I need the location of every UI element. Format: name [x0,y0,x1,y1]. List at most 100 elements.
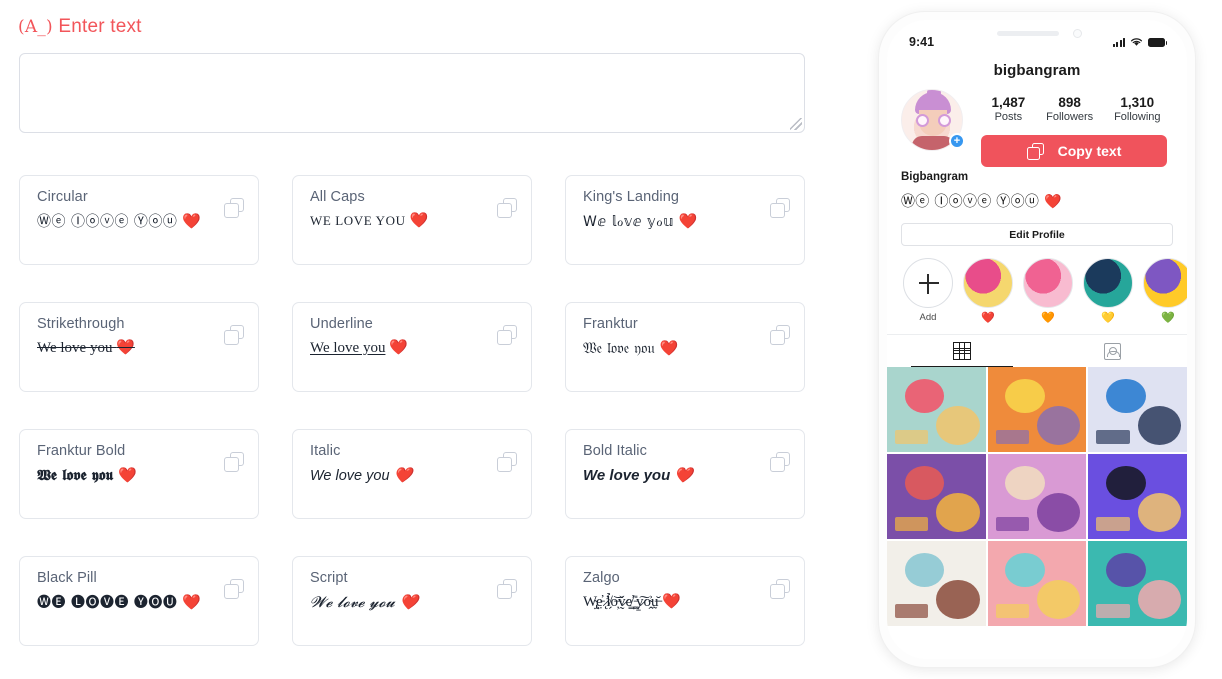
photo-thumbnail[interactable] [1088,454,1187,539]
profile-stat[interactable]: 898 Followers [1046,95,1093,123]
copy-text-button-label: Copy text [1057,143,1122,159]
profile-stat[interactable]: 1,487 Posts [991,95,1025,123]
phone-screen: 9:41 bigbangram + 1,487 Posts 898 Follow… [887,20,1187,659]
app-root: (A_) Enter text Circular Ⓦⓔ Ⓘⓞⓥⓔ Ⓨⓞⓤ ❤️ Al… [0,0,1222,679]
grid-icon [953,342,971,360]
style-card[interactable]: Franktur 𝔚𝔢 𝔩𝔬𝔳𝔢 𝔶𝔬𝔲 ❤️ [565,302,805,392]
photo-thumbnail[interactable] [987,454,1087,539]
photo-thumbnail[interactable] [987,367,1087,452]
profile-bio-text: Ⓦⓔ Ⓘⓞⓥⓔ Ⓨⓞⓤ ❤️ [901,194,1062,210]
profile-stats: 1,487 Posts 898 Followers 1,310 Following [975,89,1173,123]
story-highlight[interactable]: Add [903,258,953,324]
copy-icon [1026,142,1044,160]
copy-icon[interactable] [770,198,790,218]
profile-tab-bar [887,334,1187,367]
stat-label: Followers [1046,111,1094,123]
heart-icon: ❤️ [118,466,137,485]
tab-grid[interactable] [887,335,1037,367]
style-card[interactable]: Black Pill 🅦🅔 🅛🅞🅥🅔 🅨🅞🅤 ❤️ [19,556,259,646]
photo-thumbnail[interactable] [887,367,986,452]
style-sample-text: We love you [310,340,386,357]
photo-thumbnail[interactable] [1088,367,1187,452]
edit-profile-button[interactable]: Edit Profile [901,223,1173,246]
profile-stat[interactable]: 1,310 Following [1114,95,1160,123]
style-card-title: Black Pill [37,570,97,586]
copy-text-button[interactable]: Copy text [981,135,1167,167]
avatar-wrapper: + [901,89,965,151]
label-prefix-glyph: (A_) [18,17,53,37]
photo-thumbnail[interactable] [987,541,1087,626]
story-heart-icon: 💛 [1101,312,1115,324]
copy-icon[interactable] [770,325,790,345]
style-card-grid: Circular Ⓦⓔ Ⓘⓞⓥⓔ Ⓨⓞⓤ ❤️ All Caps WE LOVE YO… [19,175,809,646]
status-icons [1112,37,1167,47]
tab-tagged[interactable] [1037,335,1187,367]
resize-grip-icon[interactable] [790,118,802,130]
story-thumbnail[interactable] [1143,258,1187,308]
status-bar: 9:41 [887,32,1187,52]
heart-icon: ❤️ [389,340,408,357]
copy-icon[interactable] [224,198,244,218]
story-highlight[interactable]: 💛 [1083,258,1133,324]
copy-icon[interactable] [224,579,244,599]
style-card-sample: We love you ❤️ [310,466,517,486]
style-card-sample: 𝖂𝖊 𝖑𝖔𝖛𝖊 𝖞𝖔𝖚 ❤️ [37,466,244,486]
style-card[interactable]: Script 𝓦𝓮 𝓵𝓸𝓿𝓮 𝔂𝓸𝓾 ❤️ [292,556,532,646]
style-sample-text: Wⅇ 𝕝ℴ𝕧ⅇ 𝕪ℴ𝕦 [583,214,674,231]
style-card-title: Italic [310,443,341,459]
style-card-sample: Wⅇ 𝕝ℴ𝕧ⅇ 𝕪ℴ𝕦 ❤️ [583,212,790,232]
photo-thumbnail[interactable] [1088,541,1187,626]
style-card-title: Circular [37,189,88,205]
heart-icon: ❤️ [409,213,429,230]
story-heart-icon: ❤️ [981,312,995,324]
style-card-sample: WE LOVE YOU ❤️ [310,212,517,232]
story-thumbnail[interactable] [963,258,1013,308]
copy-icon[interactable] [497,579,517,599]
heart-icon: ❤️ [659,339,679,358]
photo-thumbnail[interactable] [887,541,986,626]
style-card[interactable]: Bold Italic We love you ❤️ [565,429,805,519]
style-card[interactable]: King's Landing Wⅇ 𝕝ℴ𝕧ⅇ 𝕪ℴ𝕦 ❤️ [565,175,805,265]
stat-label: Posts [994,111,1023,123]
text-style-generator-panel: (A_) Enter text Circular Ⓦⓔ Ⓘⓞⓥⓔ Ⓨⓞⓤ ❤️ Al… [0,0,840,679]
enter-text-label: (A_) Enter text [18,16,142,38]
stats-and-actions: 1,487 Posts 898 Followers 1,310 Following Cop… [975,89,1173,167]
copy-icon[interactable] [770,579,790,599]
phone-mockup: 9:41 bigbangram + 1,487 Posts 898 Follow… [879,12,1195,667]
heart-icon: ❤️ [116,340,135,357]
text-input[interactable] [20,54,804,132]
story-highlight[interactable]: ❤️ [963,258,1013,324]
tagged-icon [1103,342,1121,360]
story-thumbnail[interactable] [1083,258,1133,308]
style-card[interactable]: Zalgo W̴̢̡e̵̤̓ ̷̨̛l̸̗̉o̶̦͝v̷̰̌e̸͇̕ ̵̪̎y̷̱… [565,556,805,646]
style-card-sample: 🅦🅔 🅛🅞🅥🅔 🅨🅞🅤 ❤️ [37,593,244,613]
style-card[interactable]: Italic We love you ❤️ [292,429,532,519]
style-card[interactable]: All Caps WE LOVE YOU ❤️ [292,175,532,265]
story-thumbnail[interactable] [1023,258,1073,308]
style-sample-text: 𝔚𝔢 𝔩𝔬𝔳𝔢 𝔶𝔬𝔲 [583,339,655,358]
stat-label: Following [1114,111,1161,123]
story-heart-icon: 💚 [1161,312,1175,324]
style-card[interactable]: Underline We love you ❤️ [292,302,532,392]
copy-icon[interactable] [497,325,517,345]
style-sample-text: Ⓦⓔ Ⓘⓞⓥⓔ Ⓨⓞⓤ [37,214,178,231]
style-card[interactable]: Franktur Bold 𝖂𝖊 𝖑𝖔𝖛𝖊 𝖞𝖔𝖚 ❤️ [19,429,259,519]
style-card-title: Bold Italic [583,443,647,459]
style-card[interactable]: Circular Ⓦⓔ Ⓘⓞⓥⓔ Ⓨⓞⓤ ❤️ [19,175,259,265]
text-input-wrapper[interactable] [19,53,805,133]
add-story-badge-icon[interactable]: + [949,133,965,149]
style-card-title: Script [310,570,348,586]
story-highlight[interactable]: 💚 [1143,258,1187,324]
style-card-sample: We love you ❤️ [37,339,244,359]
copy-icon[interactable] [224,452,244,472]
photo-thumbnail[interactable] [887,454,986,539]
copy-icon[interactable] [770,452,790,472]
copy-icon[interactable] [224,325,244,345]
style-card[interactable]: Strikethrough We love you ❤️ [19,302,259,392]
copy-icon[interactable] [497,452,517,472]
add-story-icon[interactable] [903,258,953,308]
profile-header: + 1,487 Posts 898 Followers 1,310 Following C… [887,79,1187,167]
style-card-title: Zalgo [583,570,620,586]
story-highlight[interactable]: 🧡 [1023,258,1073,324]
copy-icon[interactable] [497,198,517,218]
